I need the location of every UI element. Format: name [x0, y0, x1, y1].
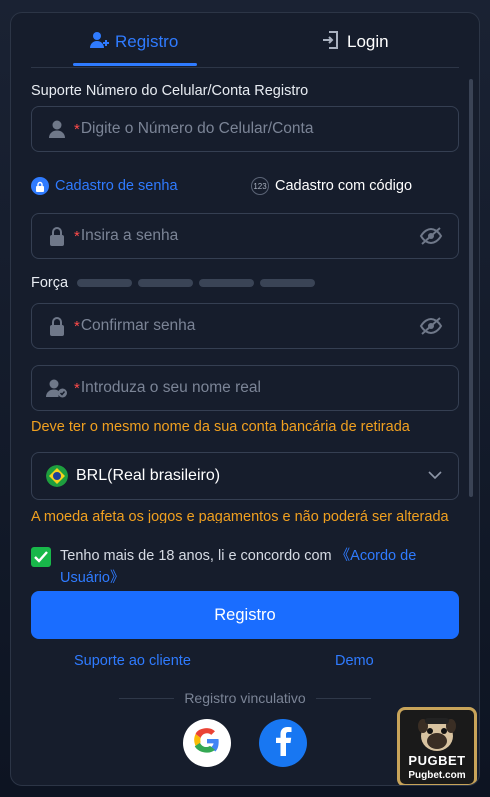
password-strength: Força	[31, 275, 459, 291]
currency-value: BRL(Real brasileiro)	[76, 467, 221, 484]
real-name-input[interactable]	[80, 379, 458, 397]
google-login-button[interactable]	[183, 719, 231, 767]
tab-login-label: Login	[347, 32, 389, 51]
tab-login[interactable]: Login	[321, 27, 389, 57]
binding-label: Registro vinculativo	[184, 690, 306, 706]
eye-hidden-icon[interactable]	[418, 225, 444, 247]
strength-bar-3	[199, 279, 254, 287]
agreement-row: Tenho mais de 18 anos, li e concordo com…	[31, 545, 451, 589]
mode-password-label: Cadastro de senha	[55, 178, 178, 194]
login-icon	[321, 30, 341, 55]
promo-site: Pugbet.com	[408, 770, 466, 781]
binding-divider: Registro vinculativo	[119, 689, 372, 707]
form-scrollbar[interactable]	[469, 79, 473, 497]
confirm-password-field[interactable]: *	[31, 303, 459, 349]
confirm-password-input[interactable]	[80, 317, 418, 335]
real-name-field[interactable]: *	[31, 365, 459, 411]
currency-select[interactable]: BRL(Real brasileiro)	[31, 452, 459, 500]
register-form: Suporte Número do Celular/Conta Registro…	[31, 67, 461, 523]
lock-badge-icon	[31, 177, 49, 195]
tab-register-label: Registro	[115, 32, 179, 51]
register-submit-button[interactable]: Registro	[31, 591, 459, 639]
password-field[interactable]: *	[31, 213, 459, 259]
tab-register[interactable]: Registro	[89, 27, 178, 57]
active-tab-indicator	[73, 63, 197, 66]
password-input[interactable]	[80, 227, 418, 245]
number-badge-icon: 123	[251, 177, 269, 195]
agreement-checkbox[interactable]	[31, 547, 51, 567]
verified-user-icon	[46, 377, 68, 399]
register-modal: Registro Login Suporte Número do Celular…	[10, 12, 480, 786]
promo-brand: PUGBET	[408, 753, 466, 768]
strength-bar-1	[77, 279, 132, 287]
lock-icon	[46, 315, 68, 337]
phone-input[interactable]	[80, 120, 458, 138]
facebook-icon	[272, 726, 294, 761]
agreement-text: Tenho mais de 18 anos, li e concordo com…	[60, 545, 451, 589]
customer-support-link[interactable]: Suporte ao cliente	[74, 653, 191, 669]
required-mark: *	[74, 120, 80, 138]
chevron-down-icon	[428, 467, 442, 485]
mode-code-label: Cadastro com código	[275, 178, 413, 194]
required-mark: *	[74, 227, 80, 245]
demo-link[interactable]: Demo	[335, 653, 374, 669]
strength-bar-2	[138, 279, 193, 287]
phone-field[interactable]: *	[31, 106, 459, 152]
strength-label: Força	[31, 275, 69, 291]
currency-warning: A moeda afeta os jogos e pagamentos e nã…	[31, 509, 449, 523]
auth-tabs: Registro Login	[31, 13, 459, 68]
add-user-icon	[89, 30, 109, 55]
required-mark: *	[74, 317, 80, 335]
required-mark: *	[74, 379, 80, 397]
mode-password[interactable]: Cadastro de senha	[31, 177, 178, 195]
lock-icon	[46, 225, 68, 247]
strength-bar-4	[260, 279, 315, 287]
facebook-login-button[interactable]	[259, 719, 307, 767]
account-section-label: Suporte Número do Celular/Conta Registro	[31, 83, 309, 99]
user-icon	[46, 118, 68, 140]
name-warning: Deve ter o mesmo nome da sua conta bancá…	[31, 419, 410, 435]
register-mode-switch: Cadastro de senha 123 Cadastro com códig…	[31, 177, 459, 201]
eye-hidden-icon[interactable]	[418, 315, 444, 337]
brazil-flag-icon	[46, 465, 68, 487]
agreement-statement: Tenho mais de 18 anos, li e concordo com	[60, 548, 336, 564]
divider-line	[119, 697, 175, 699]
mode-code[interactable]: 123 Cadastro com código	[251, 177, 412, 195]
pugbet-promo-badge[interactable]: PUGBET Pugbet.com	[397, 707, 477, 785]
divider-line	[315, 697, 372, 699]
pug-mascot-icon	[417, 716, 457, 757]
google-icon	[193, 727, 221, 760]
